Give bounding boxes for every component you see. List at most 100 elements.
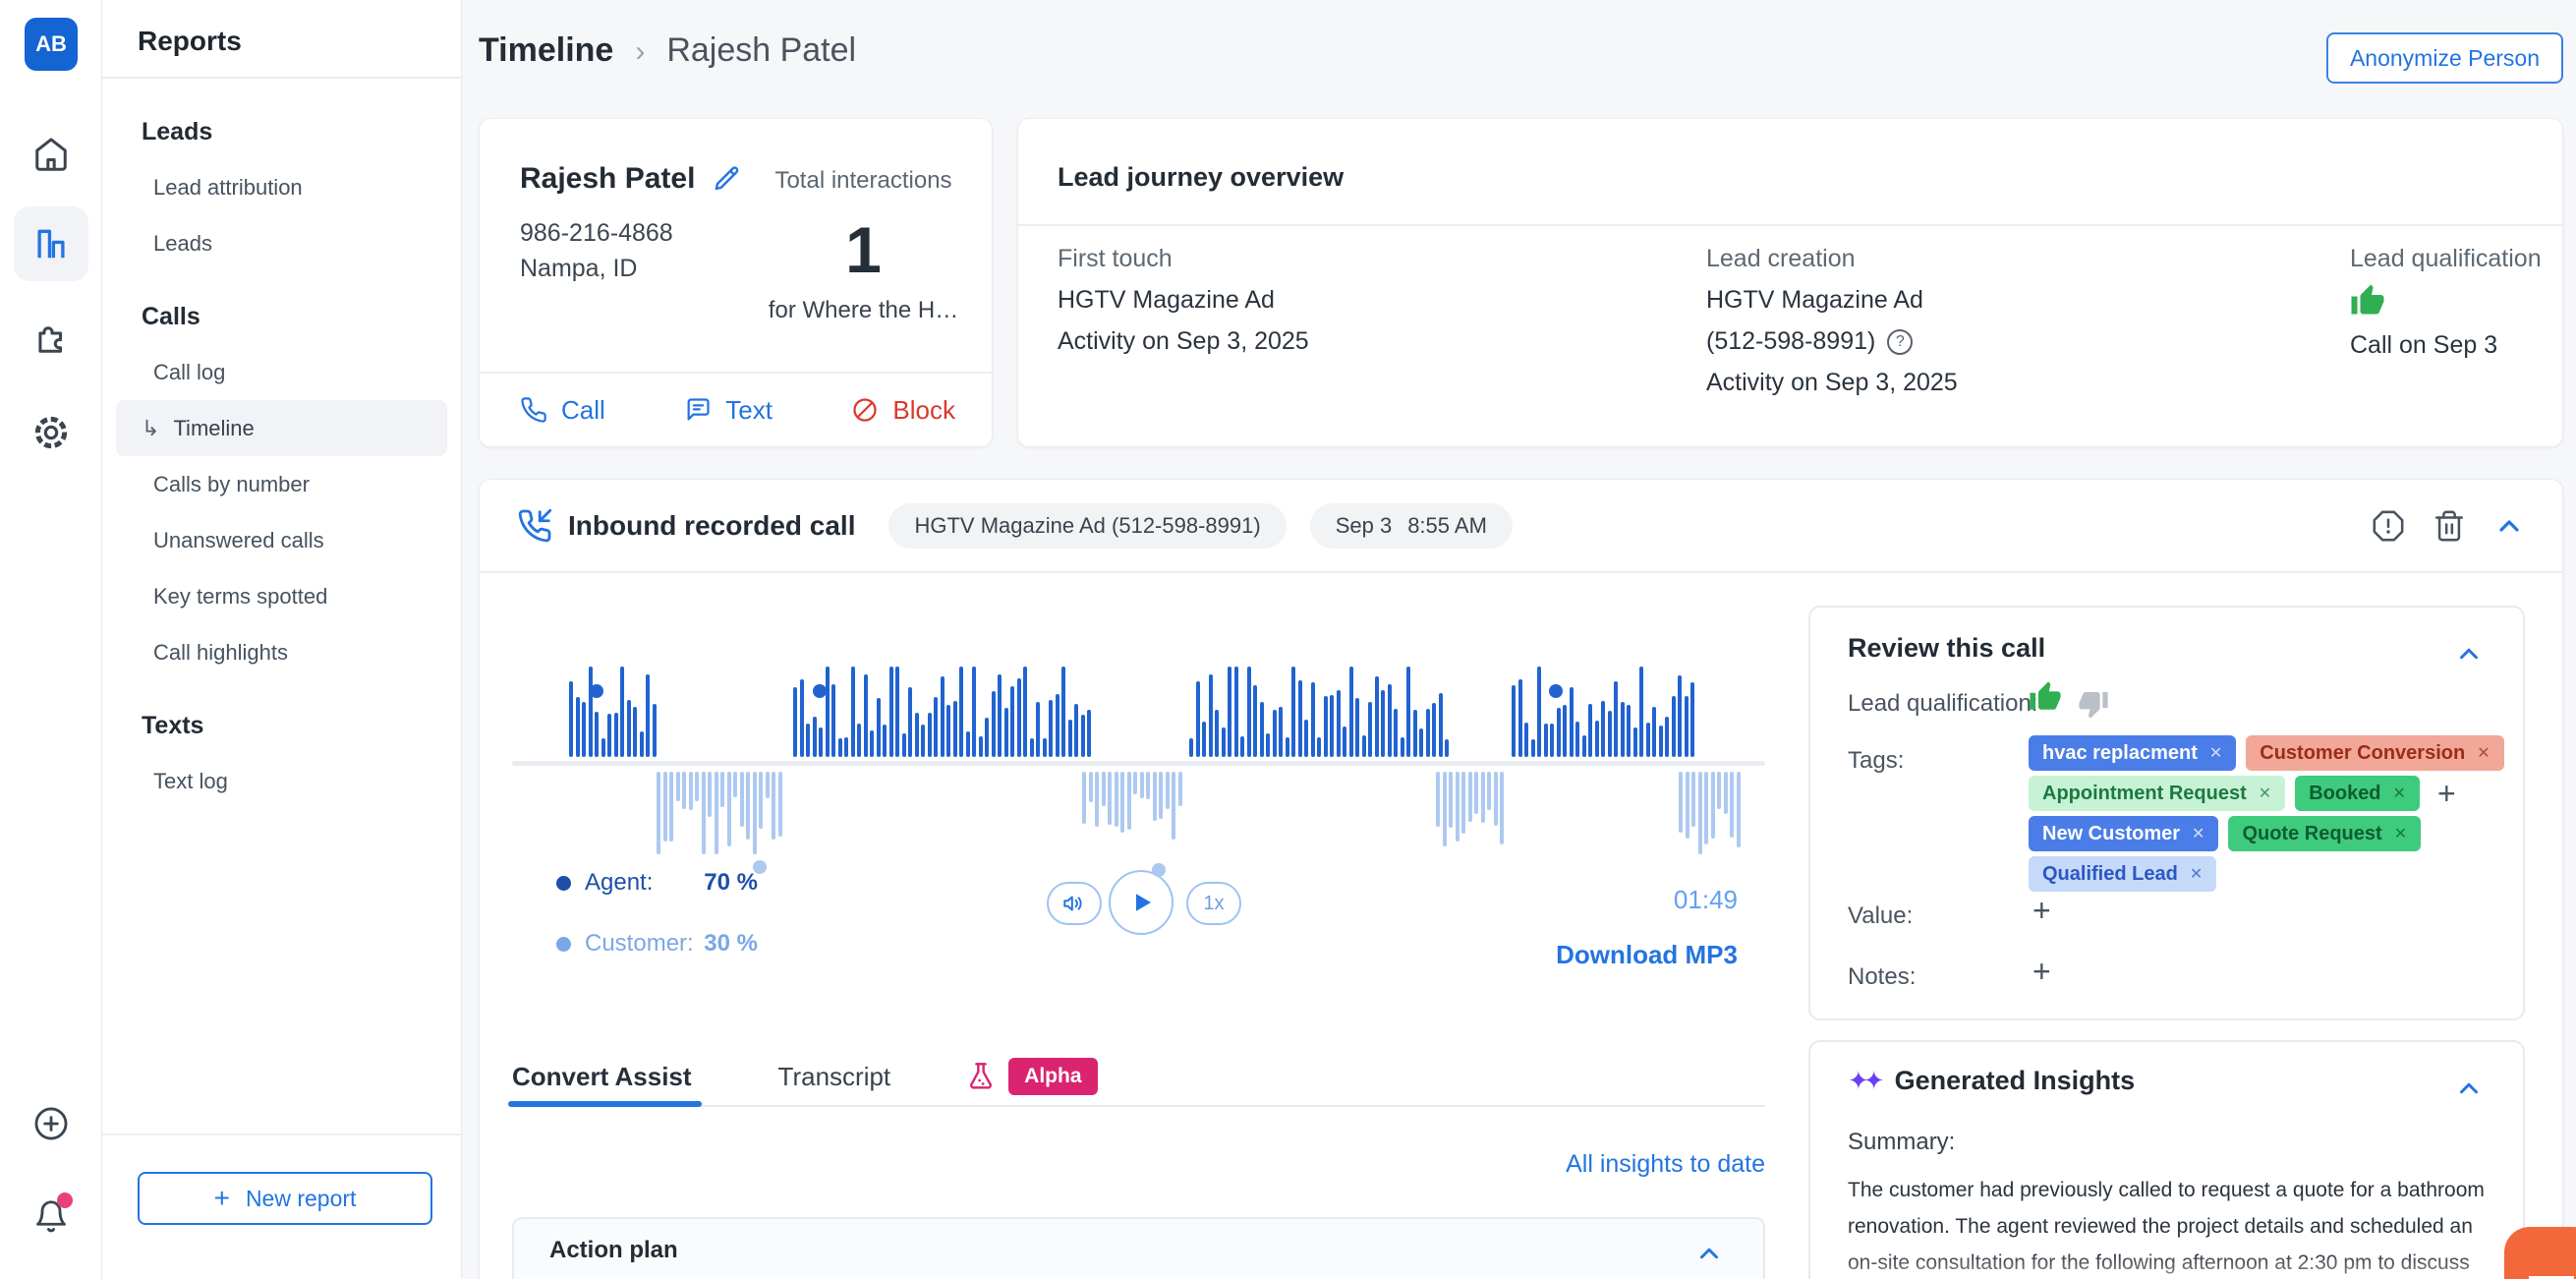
lead-qualification-column: Lead qualification Call on Sep 3 [2350, 245, 2542, 360]
tags-list: hvac replacment✕ Customer Conversion✕ Appo… [2029, 735, 2500, 897]
lead-creation-column: Lead creation HGTV Magazine Ad (512-598-… [1706, 245, 1958, 397]
tag-booked[interactable]: Booked✕ [2295, 776, 2420, 811]
delete-call-icon[interactable] [2433, 509, 2466, 543]
sidebar-item-call-log[interactable]: Call log [116, 344, 447, 400]
waveform-baseline [512, 761, 1765, 766]
app-rail: AB [0, 0, 102, 1279]
lead-journey-title: Lead journey overview [1058, 162, 1344, 193]
first-touch-activity: Activity on Sep 3, 2025 [1058, 327, 1309, 356]
tag-quote-request[interactable]: Quote Request✕ [2228, 816, 2421, 851]
tab-transcript[interactable]: Transcript [778, 1048, 891, 1105]
remove-tag-icon[interactable]: ✕ [2192, 824, 2204, 843]
phone-icon [520, 396, 547, 424]
report-call-icon[interactable] [2372, 509, 2405, 543]
text-button-label: Text [725, 395, 773, 426]
integrations-nav-button[interactable] [14, 300, 88, 375]
anonymize-person-button[interactable]: Anonymize Person [2326, 32, 2563, 84]
action-plan-section: Action plan 1. Confirm the appointment d… [512, 1217, 1765, 1279]
thumbs-up-icon [2350, 283, 2542, 319]
tag-qualified-lead[interactable]: Qualified Lead✕ [2029, 856, 2216, 892]
add-nav-button[interactable] [14, 1086, 88, 1161]
notifications-nav-button[interactable] [14, 1179, 88, 1253]
playhead-dot [1152, 863, 1166, 877]
notification-badge [57, 1192, 73, 1208]
sidebar-item-key-terms-spotted[interactable]: Key terms spotted [116, 568, 447, 624]
playback-speed-button[interactable]: 1x [1186, 882, 1241, 925]
add-note-button[interactable]: + [2032, 956, 2051, 987]
plus-circle-icon [32, 1105, 70, 1142]
agent-legend-label: Agent: [585, 869, 653, 897]
remove-tag-icon[interactable]: ✕ [2477, 743, 2490, 763]
collapse-call-icon[interactable] [2493, 510, 2525, 542]
person-card: Rajesh Patel 986-216-4868 Nampa, ID Tota… [479, 118, 993, 447]
remove-tag-icon[interactable]: ✕ [2190, 864, 2203, 884]
review-collapse-icon[interactable] [2454, 639, 2484, 669]
agent-talk-percent: 70 % [704, 869, 758, 897]
breadcrumb-section[interactable]: Timeline [479, 31, 613, 70]
edit-name-icon[interactable] [713, 164, 742, 194]
customer-talk-legend: Customer: 30 % [556, 930, 758, 958]
download-mp3-link[interactable]: Download MP3 [1502, 940, 1738, 970]
text-button[interactable]: Text [684, 395, 773, 426]
sidebar-item-text-log[interactable]: Text log [116, 753, 447, 809]
lead-journey-divider [1018, 224, 2562, 226]
call-button[interactable]: Call [520, 395, 605, 426]
breadcrumb-person: Rajesh Patel [666, 31, 856, 70]
home-nav-button[interactable] [14, 117, 88, 192]
chat-widget-button[interactable] [2504, 1227, 2576, 1279]
add-tag-button[interactable]: + [2437, 778, 2456, 809]
reports-nav-button[interactable] [14, 206, 88, 281]
lead-qualification-label: Lead qualification [2350, 245, 2542, 273]
call-card-header: Inbound recorded call HGTV Magazine Ad (… [480, 480, 2562, 573]
sub-level-arrow-icon: ↳ [142, 416, 159, 441]
add-value-button[interactable]: + [2032, 895, 2051, 926]
qualify-thumbs-up-icon[interactable] [2029, 680, 2062, 714]
remove-tag-icon[interactable]: ✕ [2394, 824, 2407, 843]
sidebar-footer-divider [102, 1134, 461, 1135]
sidebar-section-calls: Calls [116, 289, 447, 344]
reports-icon [32, 225, 70, 262]
sparkles-icon: ✦✦ [1848, 1066, 1879, 1096]
total-interactions: Total interactions 1 for Where the H… [743, 167, 984, 324]
lead-qualification-result: Call on Sep 3 [2350, 331, 2542, 360]
tab-convert-assist[interactable]: Convert Assist [512, 1048, 692, 1105]
alpha-badge: Alpha [1008, 1058, 1097, 1095]
sidebar-item-call-highlights[interactable]: Call highlights [116, 624, 447, 680]
qualify-thumbs-down-icon[interactable] [2078, 688, 2109, 720]
remove-tag-icon[interactable]: ✕ [2209, 743, 2222, 763]
call-time: 8:55 AM [1407, 513, 1487, 539]
tag-new-customer[interactable]: New Customer✕ [2029, 816, 2218, 851]
call-duration: 01:49 [1502, 885, 1738, 915]
gear-icon [31, 413, 71, 452]
sidebar-item-unanswered-calls[interactable]: Unanswered calls [116, 512, 447, 568]
block-icon [851, 396, 879, 424]
new-report-button[interactable]: + New report [138, 1172, 432, 1225]
sidebar-item-calls-by-number[interactable]: Calls by number [116, 456, 447, 512]
chat-icon [684, 396, 712, 424]
play-button[interactable] [1109, 870, 1174, 935]
first-touch-column: First touch HGTV Magazine Ad Activity on… [1058, 245, 1309, 356]
sidebar-item-lead-attribution[interactable]: Lead attribution [116, 159, 447, 215]
call-datetime-pill: Sep 3 8:55 AM [1310, 503, 1513, 549]
settings-nav-button[interactable] [14, 395, 88, 470]
lead-creation-activity: Activity on Sep 3, 2025 [1706, 369, 1958, 397]
customer-bullet-icon [556, 937, 571, 952]
tag-hvac-replacment[interactable]: hvac replacment✕ [2029, 735, 2236, 771]
help-icon[interactable]: ? [1887, 329, 1913, 355]
action-plan-collapse-icon[interactable] [1694, 1239, 1724, 1268]
sidebar-item-leads[interactable]: Leads [116, 215, 447, 271]
tag-appointment-request[interactable]: Appointment Request✕ [2029, 776, 2285, 811]
block-button[interactable]: Block [851, 395, 955, 426]
tag-row: New Customer✕ Quote Request✕ [2029, 816, 2500, 851]
sidebar-divider [102, 77, 461, 79]
all-insights-link[interactable]: All insights to date [512, 1150, 1765, 1179]
generated-insights-panel: ✦✦ Generated Insights Summary: The custo… [1808, 1040, 2525, 1279]
puzzle-icon [32, 319, 70, 356]
remove-tag-icon[interactable]: ✕ [2259, 784, 2271, 803]
account-avatar[interactable]: AB [25, 18, 78, 71]
volume-button[interactable] [1047, 882, 1102, 925]
tag-customer-conversion[interactable]: Customer Conversion✕ [2246, 735, 2503, 771]
sidebar-item-timeline[interactable]: ↳Timeline [116, 400, 447, 456]
remove-tag-icon[interactable]: ✕ [2393, 784, 2406, 803]
insights-collapse-icon[interactable] [2454, 1074, 2484, 1103]
